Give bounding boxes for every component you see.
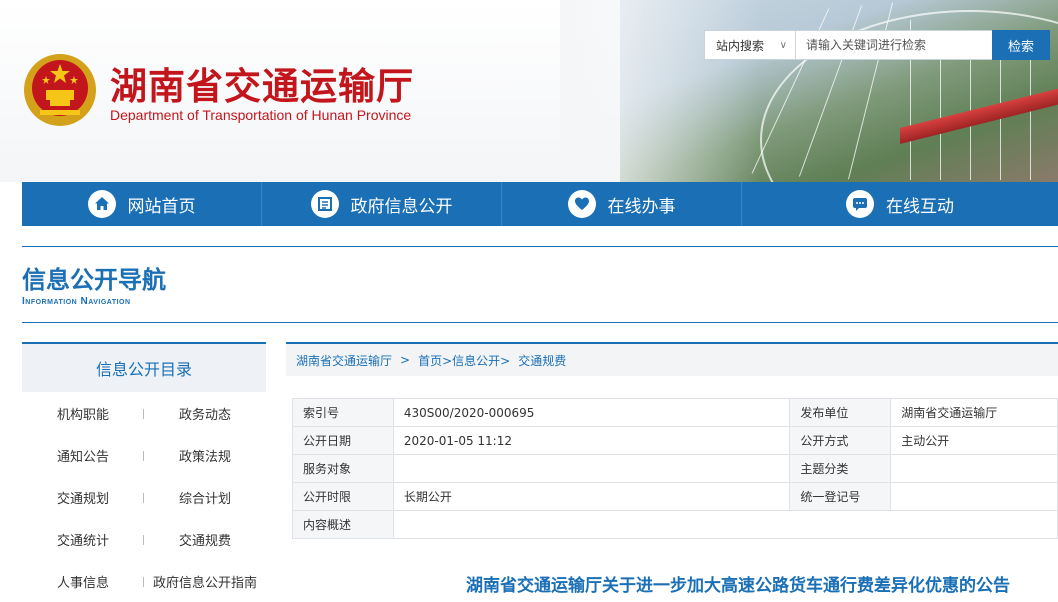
nav-item-label: 在线互动: [886, 196, 954, 217]
search-scope-select[interactable]: 站内搜索 ∨: [705, 31, 796, 59]
site-name: 湖南省交通运输厅: [110, 65, 414, 108]
sidebar-title: 信息公开目录: [22, 344, 266, 392]
table-row: 索引号 430S00/2020-000695 发布单位 湖南省交通运输厅: [292, 398, 1058, 427]
sidebar-item-org-functions[interactable]: 机构职能: [22, 392, 144, 434]
site-header: 湖南省交通运输厅 Department of Transportation of…: [0, 0, 1058, 182]
divider: [22, 322, 1058, 323]
table-cell-label: 发布单位: [789, 398, 892, 427]
section-title-english: Information Navigation: [22, 296, 131, 307]
table-cell-label: 服务对象: [292, 454, 394, 483]
chat-icon: [846, 190, 874, 218]
table-cell-label: 公开时限: [292, 482, 394, 511]
sidebar-item-comprehensive-plan[interactable]: 综合计划: [144, 476, 266, 518]
table-cell-label: 主题分类: [789, 454, 892, 483]
nav-item-home[interactable]: 网站首页: [22, 182, 262, 226]
table-cell-value: 2020-01-05 11:12: [392, 426, 791, 455]
nav-item-label: 政府信息公开: [350, 196, 453, 217]
breadcrumb-item-site[interactable]: 湖南省交通运输厅: [296, 352, 392, 369]
nav-item-online-service[interactable]: 在线办事: [502, 182, 742, 226]
table-cell-label: 索引号: [292, 398, 394, 427]
table-cell-value: 湖南省交通运输厅: [890, 398, 1058, 427]
table-cell-value: 主动公开: [890, 426, 1058, 455]
sidebar-item-statistics[interactable]: 交通统计: [22, 518, 144, 560]
search-input[interactable]: [796, 31, 992, 59]
breadcrumb: 湖南省交通运输厅 > 首页>信息公开> 交通规费: [286, 342, 1058, 376]
section-title: 信息公开导航: [22, 266, 166, 294]
nav-item-online-interaction[interactable]: 在线互动: [742, 182, 1058, 226]
document-metadata-table: 索引号 430S00/2020-000695 发布单位 湖南省交通运输厅 公开日…: [292, 398, 1058, 539]
table-row: 服务对象 主题分类: [292, 454, 1058, 483]
home-icon: [87, 190, 116, 218]
sidebar-item-personnel[interactable]: 人事信息: [22, 560, 144, 602]
nav-item-label: 在线办事: [607, 196, 676, 217]
sidebar-item-gov-news[interactable]: 政务动态: [144, 392, 266, 434]
table-cell-value: [392, 454, 791, 483]
table-cell-label: 内容概述: [292, 510, 394, 539]
table-cell-value: [392, 510, 1058, 539]
divider: [22, 246, 1058, 247]
table-row: 公开时限 长期公开 统一登记号: [292, 482, 1058, 511]
sidebar-item-notices[interactable]: 通知公告: [22, 434, 144, 476]
nav-item-gov-info[interactable]: 政府信息公开: [262, 182, 502, 226]
table-cell-value: [890, 454, 1058, 483]
site-name-english: Department of Transportation of Hunan Pr…: [110, 107, 412, 123]
sidebar-item-policies[interactable]: 政策法规: [144, 434, 266, 476]
table-cell-label: 公开日期: [292, 426, 394, 455]
breadcrumb-item-path[interactable]: 首页>信息公开>: [418, 352, 510, 369]
info-directory-sidebar: 信息公开目录 机构职能 政务动态 通知公告 政策法规 交通规划 综合计划 交通统…: [22, 342, 266, 602]
sidebar-list: 机构职能 政务动态 通知公告 政策法规 交通规划 综合计划 交通统计 交通规费 …: [22, 392, 266, 602]
chevron-down-icon: ∨: [779, 39, 787, 51]
search-scope-label: 站内搜索: [716, 38, 765, 53]
nav-item-label: 网站首页: [127, 196, 196, 217]
table-cell-value: [890, 482, 1058, 511]
table-row: 内容概述: [292, 510, 1058, 539]
breadcrumb-separator: >: [400, 353, 411, 367]
main-nav: 网站首页 政府信息公开 在线办事 在线互动: [22, 182, 1058, 226]
national-emblem-icon: [24, 54, 96, 126]
search-button[interactable]: 检索: [992, 30, 1050, 60]
breadcrumb-item-current[interactable]: 交通规费: [518, 352, 566, 369]
sidebar-item-fees[interactable]: 交通规费: [144, 518, 266, 560]
table-cell-value: 长期公开: [392, 482, 791, 511]
table-row: 公开日期 2020-01-05 11:12 公开方式 主动公开: [292, 426, 1058, 455]
service-icon: [567, 190, 596, 218]
document-title: 湖南省交通运输厅关于进一步加大高速公路货车通行费差异化优惠的公告: [466, 576, 1010, 596]
table-cell-label: 公开方式: [789, 426, 892, 455]
search-bar: 站内搜索 ∨ 检索: [704, 30, 1050, 60]
table-cell-label: 统一登记号: [789, 482, 892, 511]
document-icon: [310, 190, 339, 218]
table-cell-value: 430S00/2020-000695: [392, 398, 791, 427]
sidebar-item-disclosure-guide[interactable]: 政府信息公开指南: [144, 560, 266, 602]
sidebar-item-planning[interactable]: 交通规划: [22, 476, 144, 518]
